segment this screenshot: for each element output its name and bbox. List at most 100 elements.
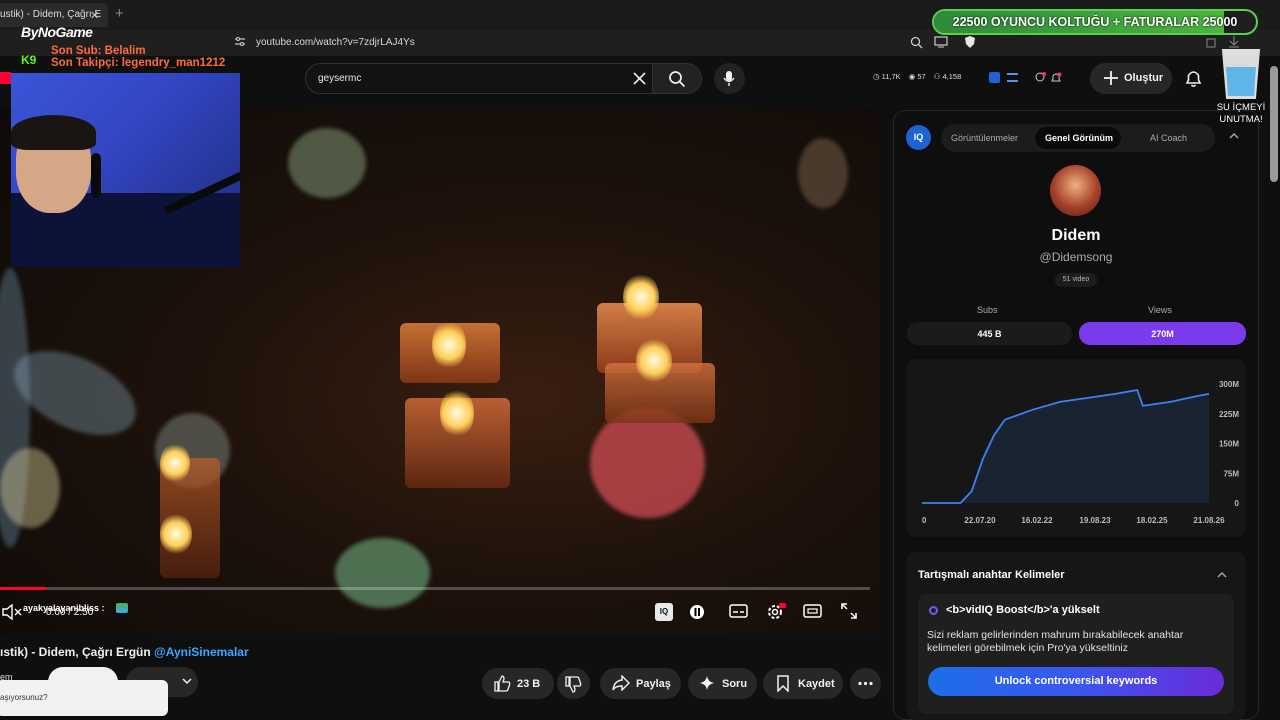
video-progress-bar[interactable]: [0, 587, 870, 590]
tab-overview[interactable]: Genel Görünüm: [1045, 133, 1113, 143]
subs-label: Subs: [977, 305, 998, 315]
video-title-mention-link[interactable]: @AyniSinemalar: [154, 645, 249, 659]
chat-username: ayakyalayanibliss :: [23, 603, 105, 613]
webcam-hair: [11, 115, 96, 150]
vidiq-header-icon[interactable]: [989, 72, 1000, 83]
chart-y-tick-label: 75M: [1223, 469, 1239, 478]
notification-bell-small-icon[interactable]: [1050, 72, 1062, 84]
bokeh-light: [0, 448, 60, 528]
chat-badge-icon: [116, 603, 128, 613]
water-glass-icon: [1221, 49, 1261, 99]
flame: [623, 273, 659, 321]
chart-y-tick-label: 225M: [1219, 410, 1239, 419]
video-title: ıstik) - Didem, Çağrı Ergün @AyniSinemal…: [0, 645, 249, 659]
fullscreen-icon[interactable]: [841, 603, 857, 619]
plus-icon: [1104, 71, 1118, 85]
chart-x-tick-label: 19.08.23: [1079, 516, 1111, 525]
save-button[interactable]: Kaydet: [763, 668, 843, 699]
dislike-button[interactable]: [557, 668, 590, 699]
subtitles-icon[interactable]: [729, 603, 748, 619]
subs-toggle[interactable]: 445 B: [907, 322, 1072, 345]
video-title-text: ıstik) - Didem, Çağrı Ergün: [0, 645, 151, 659]
water-reminder-line2: UNUTMA!: [1219, 114, 1263, 125]
bokeh-light: [288, 128, 366, 198]
notifications-bell-icon[interactable]: [1184, 68, 1203, 88]
vidiq-player-icon[interactable]: IQ: [655, 603, 673, 621]
collapse-chevron-icon[interactable]: [1229, 132, 1239, 140]
trophy-icon[interactable]: [1034, 72, 1046, 84]
tab-views[interactable]: Görüntülenmeler: [951, 133, 1018, 143]
video-count-badge: 51 video: [1055, 273, 1097, 287]
url-text[interactable]: youtube.com/watch?v=7zdjrLAJ4Ys: [256, 37, 415, 48]
chart-x-tick-label: 0: [922, 516, 927, 525]
pause-icon[interactable]: [688, 603, 708, 621]
thumbs-up-icon: [494, 675, 511, 692]
views-label: Views: [1148, 305, 1172, 315]
share-icon: [612, 675, 630, 691]
chart-x-tick-label: 16.02.22: [1021, 516, 1053, 525]
channel-title: Didem: [1051, 227, 1101, 244]
youtube-logo-fragment: [0, 72, 11, 84]
streamer-webcam: [11, 73, 240, 267]
views-toggle[interactable]: 270M: [1079, 322, 1246, 345]
stat-people: ⚇ 4,158: [933, 72, 962, 81]
tab-close-icon[interactable]: ✕: [90, 9, 99, 22]
sparkle-icon: [700, 676, 714, 690]
menu-lines-icon[interactable]: [1007, 73, 1018, 82]
ask-button[interactable]: Soru: [688, 668, 757, 699]
vidiq-header-stats: ◷ 11,7K ◉ 57 ⚇ 4,158: [873, 72, 961, 81]
settings-gear-icon[interactable]: [766, 603, 786, 621]
boost-description: Sizi reklam gelirlerinden mahrum bırakab…: [927, 629, 1184, 654]
keywords-collapse-icon[interactable]: [1217, 571, 1227, 579]
zoom-icon[interactable]: [910, 36, 923, 49]
flame: [160, 443, 190, 483]
last-subscriber: Son Sub: Belalim: [51, 45, 146, 57]
microphone-icon[interactable]: [723, 70, 735, 87]
bokeh-light: [798, 138, 848, 208]
new-tab-button[interactable]: +: [115, 5, 124, 22]
bokeh-light: [335, 538, 430, 608]
tab-ai-coach[interactable]: AI Coach: [1150, 133, 1187, 143]
bokeh-light: [590, 408, 705, 518]
share-label: Paylaş: [636, 678, 671, 690]
flame: [160, 513, 192, 555]
last-follower: Son Takipçi: legendry_man1212: [51, 57, 226, 69]
cast-icon[interactable]: [934, 36, 948, 48]
keywords-title: Tartışmalı anahtar Kelimeler: [918, 569, 1065, 581]
site-info-icon[interactable]: [234, 36, 246, 48]
chart-x-tick-label: 21.08.26: [1193, 516, 1225, 525]
create-label: Oluştur: [1124, 72, 1164, 84]
vidiq-logo: IQ: [906, 125, 931, 150]
stat-clock: ◷ 11,7K: [873, 72, 901, 81]
tab-title: ustik) - Didem, Çağrı E: [0, 9, 102, 20]
mute-icon[interactable]: [2, 604, 22, 620]
more-actions-button[interactable]: [850, 668, 881, 699]
unlock-keywords-button[interactable]: Unlock controversial keywords: [928, 667, 1224, 696]
video-progress-played: [0, 587, 47, 590]
extension-shield-icon[interactable]: [964, 35, 976, 49]
thumbs-down-icon: [565, 676, 582, 693]
more-horizontal-icon: [858, 681, 873, 686]
save-label: Kaydet: [798, 678, 835, 690]
like-button[interactable]: 23 B: [482, 668, 554, 699]
search-icon[interactable]: [668, 70, 686, 88]
water-reminder-line1: SU İÇMEYİ: [1216, 102, 1266, 113]
extensions-puzzle-icon[interactable]: [1206, 36, 1218, 48]
boost-radio-icon: [929, 606, 938, 615]
search-query[interactable]: geysermc: [318, 73, 361, 84]
goal-current: 22500: [952, 15, 988, 29]
share-button[interactable]: Paylaş: [600, 668, 681, 699]
clear-search-icon[interactable]: [633, 72, 646, 85]
ask-label: Soru: [722, 678, 748, 690]
like-count: 23 B: [517, 678, 541, 690]
theater-mode-icon[interactable]: [803, 603, 822, 619]
chart-area-fill: [922, 390, 1209, 503]
chart-y-tick-label: 150M: [1219, 440, 1239, 449]
channel-avatar[interactable]: [1050, 165, 1101, 216]
chevron-down-icon[interactable]: [181, 676, 193, 686]
flame: [432, 320, 466, 370]
popup-text: aşıyorsunuz?: [0, 693, 48, 702]
goal-label: OYUNCU KOLTUĞU + FATURALAR: [990, 15, 1200, 29]
flame: [636, 338, 672, 383]
chart-y-tick-label: 300M: [1219, 380, 1239, 389]
